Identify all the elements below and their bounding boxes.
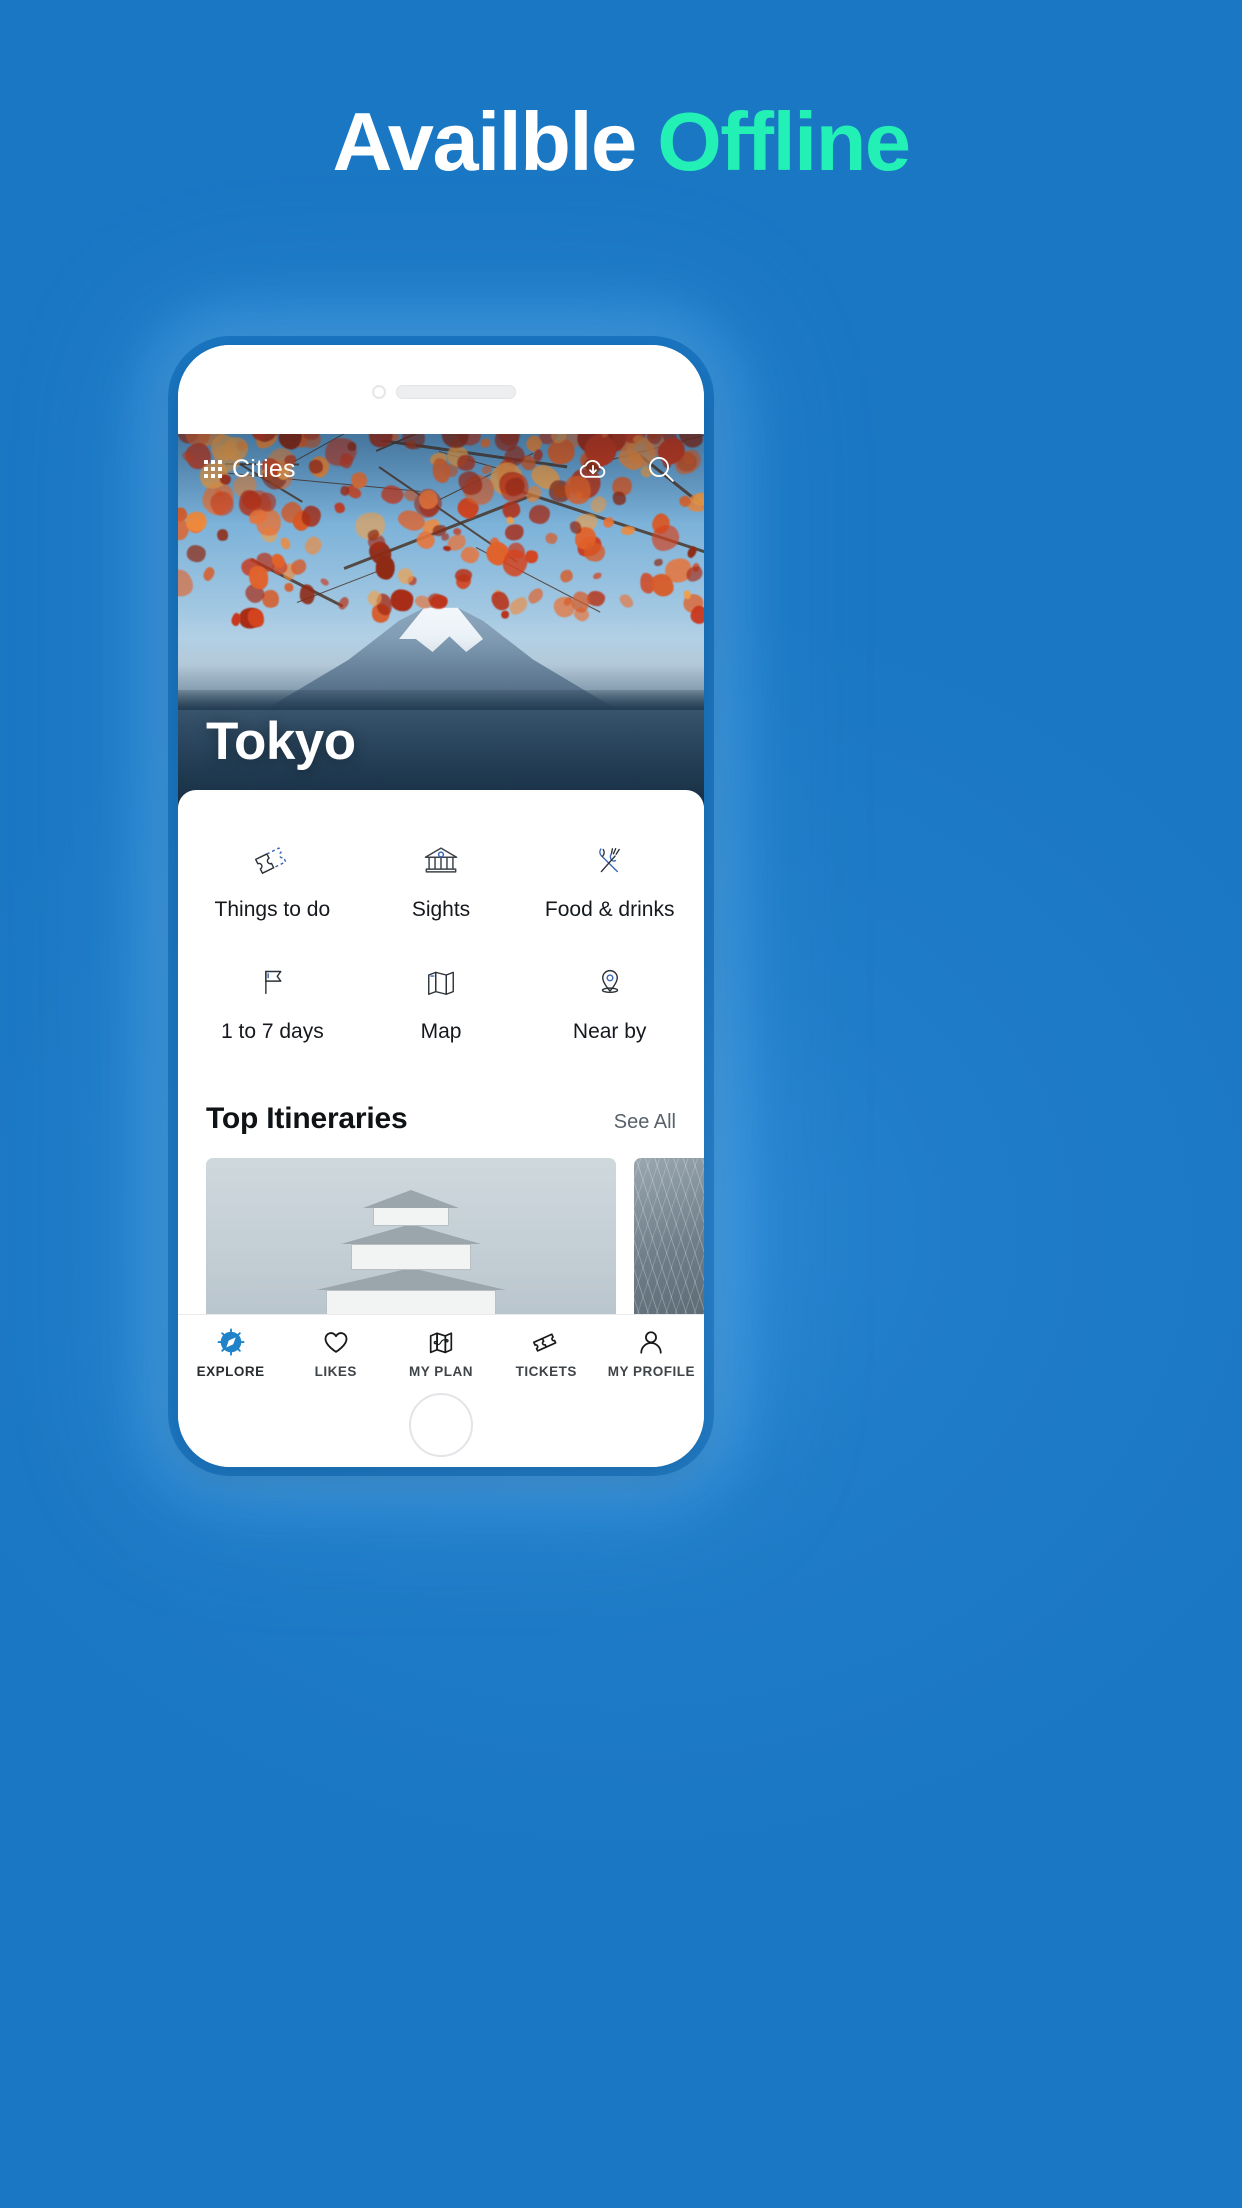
page-headline: Availble Offline [0,96,1242,187]
flag-icon [251,956,293,1008]
see-all-link[interactable]: See All [614,1111,676,1134]
app-screen: Cities Tokyo Things to do Sights Food & … [178,434,704,1379]
nav-item-tickets[interactable]: TICKETS [494,1327,599,1379]
autumn-leaf [299,583,315,605]
route-map-icon [426,1327,456,1357]
autumn-leaf [283,581,295,594]
nav-item-likes[interactable]: LIKES [283,1327,388,1379]
fork-knife-icon [588,834,632,886]
autumn-leaf [178,563,199,601]
tickets-icon [531,1327,561,1357]
autumn-leaf [617,592,636,611]
header-actions [576,452,678,486]
category-label: Map [420,1020,462,1043]
cloud-download-icon[interactable] [576,452,610,486]
phone-bottom-bezel [178,1379,704,1467]
autumn-leaf [502,521,526,543]
category-row-1: Things to do Sights Food & drinks [188,816,694,938]
category-food-drinks[interactable]: Food & drinks [525,816,694,938]
front-camera [372,385,386,399]
phone-top-bezel [178,345,704,434]
autumn-leaf [459,545,480,566]
phone-mockup: Cities Tokyo Things to do Sights Food & … [178,345,704,1467]
nav-label: TICKETS [515,1363,577,1379]
nav-label: MY PROFILE [607,1363,696,1379]
nav-item-explore[interactable]: EXPLORE [178,1327,283,1379]
category-near-by[interactable]: Near by [525,938,694,1060]
autumn-leaf [426,591,450,611]
autumn-leaf [499,610,510,620]
autumn-leaf [318,576,331,588]
category-row-2: 1 to 7 days Map Near by [188,938,694,1060]
itineraries-header: Top Itineraries See All [178,1066,704,1136]
map-pin-icon [589,956,631,1008]
autumn-leaf [545,532,559,545]
nav-label: LIKES [314,1363,357,1379]
museum-icon [419,834,463,886]
autumn-leaf [375,555,395,580]
category-sights[interactable]: Sights [357,816,526,938]
category-label: Food & drinks [544,898,675,921]
category-label: Near by [572,1020,647,1043]
app-title: Cities [232,454,296,483]
autumn-leaf [525,585,547,606]
autumn-leaf [302,535,324,558]
autumn-leaf [620,525,635,536]
category-1-to-7-days[interactable]: 1 to 7 days [188,938,357,1060]
compass-icon [216,1327,246,1357]
autumn-leaf [215,527,230,542]
nav-item-my-plan[interactable]: MY PLAN [388,1327,493,1379]
folded-map-icon [420,956,462,1008]
section-title: Top Itineraries [206,1102,408,1135]
tickets-icon [249,834,295,886]
autumn-leaf [583,542,606,563]
autumn-leaf [201,565,217,583]
app-header: Cities [178,434,704,504]
nav-item-my-profile[interactable]: MY PROFILE [599,1327,704,1379]
autumn-leaf [487,587,512,614]
autumn-leaf [336,595,351,612]
nav-label: EXPLORE [196,1363,265,1379]
category-grid: Things to do Sights Food & drinks 1 to 7… [178,790,704,1066]
nav-label: MY PLAN [409,1363,474,1379]
content-sheet: Things to do Sights Food & drinks 1 to 7… [178,790,704,1379]
grid-icon[interactable] [204,460,222,478]
headline-word-accent: Offline [635,95,911,188]
heart-icon [321,1327,351,1357]
home-button[interactable] [409,1393,473,1457]
autumn-leaf [279,536,292,551]
category-things-to-do[interactable]: Things to do [188,816,357,938]
hero-image: Cities Tokyo [178,434,704,806]
person-icon [636,1327,666,1357]
autumn-leaf [592,571,603,581]
category-label: Things to do [214,898,331,921]
autumn-leaf [557,567,576,585]
autumn-leaf [454,568,473,582]
headline-word-primary: Availble [332,95,637,188]
category-map[interactable]: Map [357,938,526,1060]
earpiece-speaker [396,385,516,399]
category-label: 1 to 7 days [220,1020,324,1043]
city-title: Tokyo [206,712,356,771]
autumn-leaf [185,544,207,563]
autumn-leaf [653,558,664,568]
search-icon[interactable] [644,452,678,486]
bottom-navigation: EXPLORE LIKES MY PLAN TICKETS MY PROFILE [178,1314,704,1379]
autumn-leaf [389,589,414,612]
category-label: Sights [411,898,471,921]
